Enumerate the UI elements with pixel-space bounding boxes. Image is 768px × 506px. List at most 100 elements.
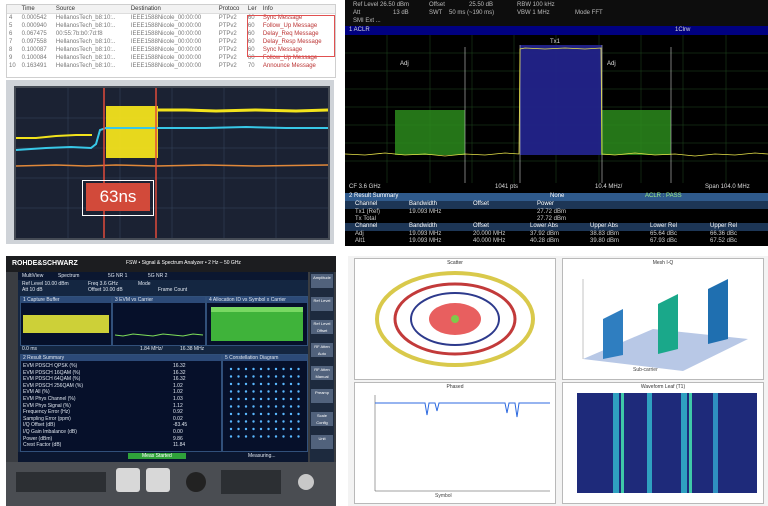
- constellation-point: [229, 405, 233, 408]
- col-source[interactable]: Source: [53, 5, 129, 14]
- constellation-point: [274, 435, 278, 438]
- result-value: 9.86: [173, 435, 183, 442]
- constellation-point: [229, 390, 233, 393]
- waveform-heatmap: [577, 393, 757, 493]
- softkey[interactable]: RF Atten Manual: [311, 366, 333, 380]
- constellation-point: [274, 367, 278, 371]
- constellation-point: [267, 382, 270, 386]
- constellation-point: [237, 420, 240, 423]
- result-summary-pane[interactable]: 2 Result Summary EVM PDSCH QPSK (%) 16.32…: [20, 354, 222, 452]
- constellation-point: [289, 367, 293, 371]
- constellation-point: [297, 427, 300, 431]
- mesh-title: Mesh I-Q: [652, 260, 674, 266]
- packet-destination: IEEE1588Nicole_00:00:00: [130, 39, 202, 45]
- tx-header: Channel Bandwidth Offset Power: [345, 201, 768, 209]
- constellation-point: [244, 367, 248, 371]
- aclr-tab[interactable]: 1 ACLR 1Clrw: [345, 26, 768, 35]
- constellation-point: [229, 420, 233, 423]
- constellation-point: [252, 420, 255, 423]
- phase-title: Phased: [446, 384, 464, 390]
- packet-source: HellanosTech_b8:10:..: [55, 39, 116, 45]
- capture-buffer-plot: [23, 315, 109, 333]
- constellation-point: [289, 382, 293, 386]
- evm-vs-carrier-pane[interactable]: 3 EVM vs Carrier: [112, 296, 206, 346]
- alt1-upper-rel: 67.52 dBc: [710, 238, 738, 244]
- brand-logo: ROHDE&SCHWARZ: [12, 260, 78, 267]
- constellation-point: [229, 412, 233, 416]
- marker-info: SMI Ext ...: [353, 18, 381, 24]
- tx-bandwidth: 19.093 MHz: [409, 209, 442, 215]
- tab-spectrum[interactable]: Spectrum: [58, 273, 79, 279]
- offset-value: 25.50 dB: [469, 2, 494, 8]
- center-point: [451, 315, 459, 323]
- tx-power: 27.72 dBm: [537, 209, 567, 215]
- alt1-bandwidth: 19.093 MHz: [409, 238, 442, 244]
- col-destination[interactable]: Destination: [128, 5, 217, 14]
- result-row: Power (dBm) 9.86: [23, 436, 217, 442]
- constellation-point: [244, 412, 248, 416]
- tx-channel: Tx1 (Ref): [355, 209, 381, 215]
- col-protocol[interactable]: Protoco: [216, 5, 246, 14]
- adj-lower-channel: [395, 110, 465, 155]
- constellation-pane[interactable]: 5 Constellation Diagram: [222, 354, 308, 452]
- time-delta-label: 63ns: [86, 183, 150, 211]
- result-label: I/Q Offset (dB): [23, 422, 56, 429]
- tab-5gnr-1[interactable]: 5G NR 1: [108, 273, 127, 279]
- packet-list-header: Time Source Destination Protoco Ler Info: [7, 5, 335, 14]
- constellation-point: [274, 382, 278, 386]
- result-value: -83.45: [173, 422, 188, 429]
- softkey[interactable]: Amplitude: [311, 274, 333, 288]
- fsw-settings: Ref Level 10.00 dBm Freq 3.6 GHz Mode At…: [18, 280, 308, 294]
- result-label: EVM All (%): [23, 389, 50, 396]
- col-info[interactable]: Info: [260, 5, 335, 14]
- constellation-point: [259, 405, 263, 408]
- softkey[interactable]: Scale Config: [311, 412, 333, 426]
- adj-lower-abs: 37.92 dBm: [530, 231, 560, 237]
- adj-lower-rel: 65.64 dBc: [650, 231, 678, 237]
- waveform-figure: Waveform Leaf (T1): [562, 382, 764, 504]
- constellation-point: [252, 367, 255, 371]
- packet-destination: IEEE1588Nicole_00:00:00: [130, 31, 202, 37]
- result-value: 11.84: [173, 442, 186, 449]
- packet-number: 9: [9, 55, 13, 61]
- softkey[interactable]: Unit: [311, 435, 333, 449]
- packet-row[interactable]: 10 0.163491 HellanosTech_b8:10:.. IEEE1588N…: [7, 62, 335, 70]
- axis-end: 16.38 MHz: [180, 346, 205, 352]
- packet-protocol: PTPv2: [218, 63, 237, 69]
- adj-col-lower-rel: Lower Rel: [650, 223, 678, 229]
- constellation-point: [282, 420, 285, 423]
- softkey[interactable]: Preamp: [311, 389, 333, 403]
- softkey[interactable]: Ref Level: [311, 297, 333, 311]
- constellation-point: [237, 390, 240, 393]
- fsw-mode: Mode: [138, 281, 151, 287]
- col-number[interactable]: [7, 5, 20, 14]
- col-length[interactable]: Ler: [245, 5, 261, 14]
- packet-source: HellanosTech_b8:10:..: [55, 63, 116, 69]
- model-name: FSW • Signal & Spectrum Analyzer • 2 Hz …: [126, 260, 241, 266]
- constellation-point: [274, 375, 278, 378]
- oscilloscope-photo: 63ns: [6, 80, 334, 244]
- scatter-title: Scatter: [447, 260, 463, 266]
- fsw-frame-count: Frame Count: [158, 287, 188, 293]
- constellation-point: [267, 397, 270, 401]
- constellation-point: [274, 412, 278, 416]
- alt1-channel: Alt1: [355, 238, 366, 244]
- constellation-point: [289, 435, 293, 438]
- mesh-xlabel: Sub-carrier: [633, 367, 658, 373]
- col-time[interactable]: Time: [19, 5, 54, 14]
- softkey[interactable]: Ref Level Offset: [311, 320, 333, 334]
- constellation-point: [259, 382, 263, 386]
- packet-time: 0.163491: [21, 63, 47, 69]
- mesh-plot: [582, 279, 748, 371]
- result-label: Sampling Error (ppm): [23, 415, 71, 422]
- constellation-point: [274, 390, 278, 393]
- sweep-points: 1041 pts: [495, 184, 519, 190]
- constellation-point: [259, 367, 263, 371]
- capture-buffer-pane[interactable]: 1 Capture Buffer: [20, 296, 112, 346]
- result-label: EVM PDSCH 64QAM (%): [23, 376, 81, 383]
- constellation-point: [297, 375, 300, 378]
- allocation-pane[interactable]: 4 Allocation ID vs Symbol x Carrier: [206, 296, 308, 346]
- tab-multiview[interactable]: MultiView: [22, 273, 43, 279]
- tab-5gnr-2[interactable]: 5G NR 2: [148, 273, 167, 279]
- softkey[interactable]: RF Atten Auto: [311, 343, 333, 357]
